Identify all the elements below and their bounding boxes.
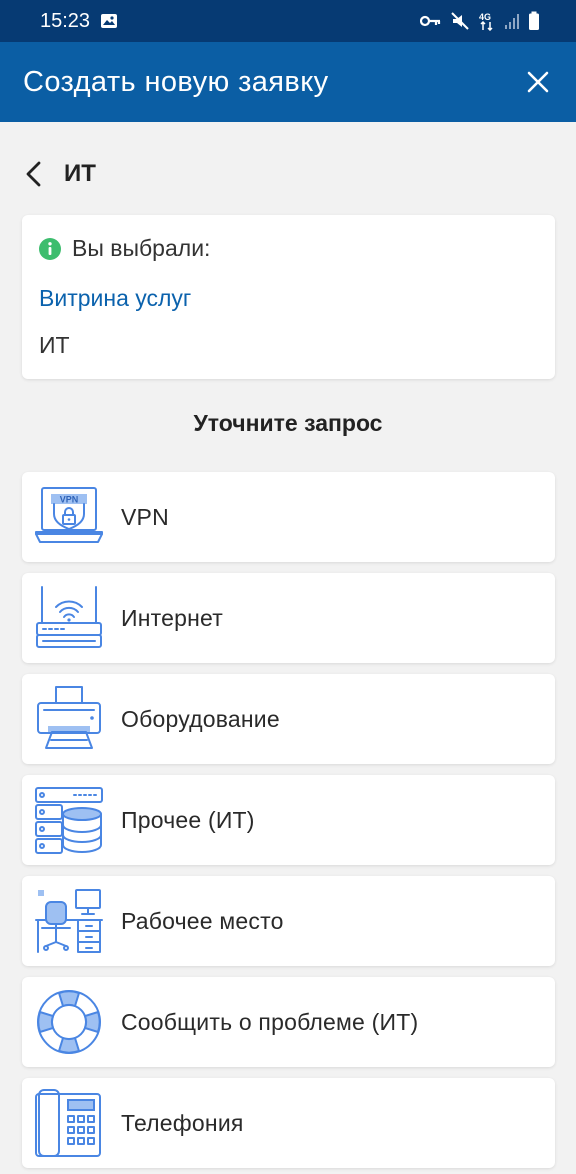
status-bar: 15:23 4G	[0, 0, 576, 42]
page-title: Создать новую заявку	[23, 65, 329, 98]
vpn-key-icon	[420, 14, 442, 28]
selection-current: ИТ	[39, 332, 70, 358]
selection-header-text: Вы выбрали:	[72, 235, 211, 261]
close-button[interactable]	[522, 66, 554, 98]
network-label: 4G	[479, 12, 491, 22]
list-item-label: Прочее (ИТ)	[121, 806, 255, 833]
list-item-label: VPN	[121, 503, 169, 530]
router-icon	[36, 586, 102, 648]
list-item-label: Телефония	[121, 1109, 244, 1136]
list-item-workplace[interactable]: Рабочее место	[22, 876, 555, 966]
selection-header: Вы выбрали:	[39, 235, 210, 262]
list-item-label: Сообщить о проблеме (ИТ)	[121, 1008, 419, 1035]
list-item-label: Интернет	[121, 604, 223, 631]
lifebuoy-icon	[37, 990, 101, 1054]
chevron-left-icon	[26, 161, 41, 187]
close-icon	[527, 71, 549, 93]
list-item-internet[interactable]: Интернет	[22, 573, 555, 663]
main-content: ИТ Вы выбрали: Витрина услуг ИТ Уточните…	[0, 122, 576, 1174]
svg-text:VPN: VPN	[60, 495, 79, 505]
info-icon	[39, 237, 61, 260]
list-item-vpn[interactable]: VPN VPN	[22, 472, 555, 562]
server-database-icon	[35, 787, 103, 854]
desk-phone-icon	[35, 1089, 101, 1157]
network-type-icon: 4G	[478, 11, 496, 31]
gallery-notification-icon	[100, 13, 118, 29]
back-button[interactable]	[18, 152, 48, 196]
selection-path-link[interactable]: Витрина услуг	[39, 285, 191, 312]
app-bar: Создать новую заявку	[0, 42, 576, 122]
list-item-label: Рабочее место	[121, 907, 284, 934]
vpn-laptop-icon: VPN	[35, 487, 103, 543]
section-title: Уточните запрос	[193, 410, 383, 436]
printer-icon	[37, 686, 101, 749]
list-item-other-it[interactable]: Прочее (ИТ)	[22, 775, 555, 865]
mute-icon	[450, 11, 470, 31]
list-item-telephony[interactable]: Телефония	[22, 1078, 555, 1168]
workplace-desk-icon	[35, 889, 103, 953]
list-item-report-problem[interactable]: Сообщить о проблеме (ИТ)	[22, 977, 555, 1067]
breadcrumb-label: ИТ	[64, 160, 96, 187]
list-item-equipment[interactable]: Оборудование	[22, 674, 555, 764]
status-time: 15:23	[40, 9, 91, 32]
signal-icon	[504, 12, 520, 30]
breadcrumb: ИТ	[0, 152, 576, 196]
battery-icon	[528, 11, 540, 31]
list-item-label: Оборудование	[121, 705, 280, 732]
